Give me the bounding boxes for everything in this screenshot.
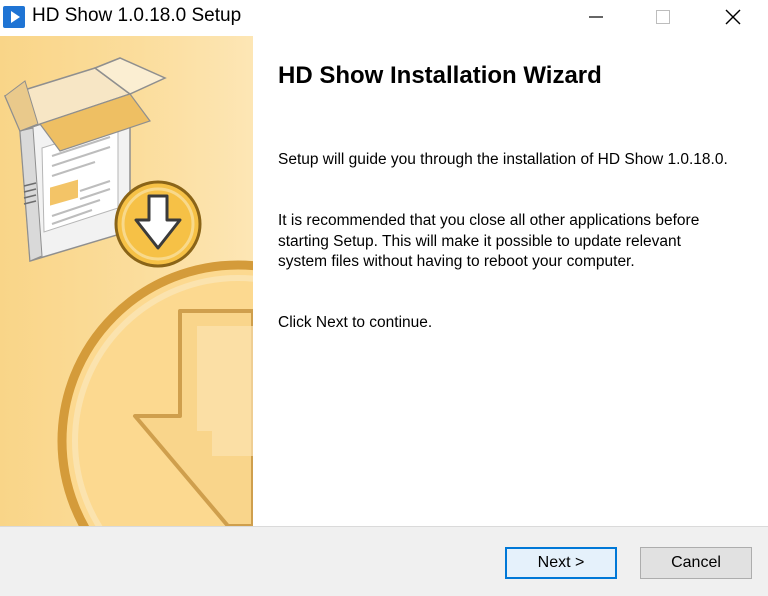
app-play-icon — [3, 6, 25, 28]
wizard-side-image — [0, 36, 253, 526]
download-badge-icon — [114, 180, 202, 268]
close-button[interactable] — [700, 0, 766, 34]
title-bar: HD Show 1.0.18.0 Setup — [0, 0, 768, 34]
recommendation-paragraph: It is recommended that you close all oth… — [278, 212, 700, 270]
close-icon — [725, 9, 741, 25]
minimize-button[interactable] — [563, 0, 629, 34]
button-bar: Next > Cancel — [0, 527, 768, 596]
maximize-button[interactable] — [630, 0, 696, 34]
intro-paragraph: Setup will guide you through the install… — [278, 151, 728, 168]
minimize-icon — [589, 16, 603, 18]
next-button[interactable]: Next > — [505, 547, 617, 579]
continue-instruction: Click Next to continue. — [278, 314, 433, 331]
cancel-button[interactable]: Cancel — [640, 547, 752, 579]
large-download-arrow-icon — [57, 260, 253, 526]
maximize-icon — [656, 10, 670, 24]
wizard-heading: HD Show Installation Wizard — [278, 62, 602, 89]
wizard-content: HD Show Installation Wizard Setup will g… — [253, 36, 768, 526]
window-title: HD Show 1.0.18.0 Setup — [32, 5, 242, 26]
